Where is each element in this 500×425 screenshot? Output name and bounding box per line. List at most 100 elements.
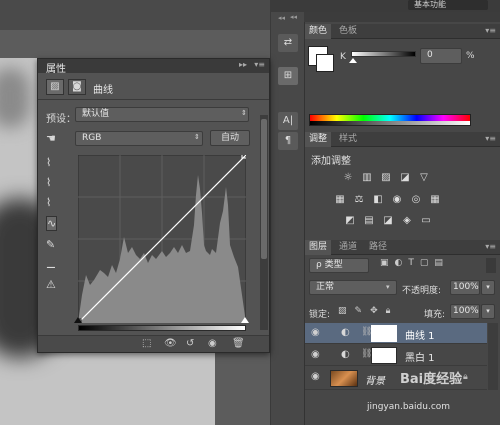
canvas-top-band [0, 0, 270, 30]
photo-filter-icon[interactable]: ◉ [389, 192, 405, 208]
layer-mask-thumbnail[interactable] [371, 325, 397, 342]
k-slider-handle[interactable] [349, 58, 357, 63]
levels-icon[interactable]: ▥ [359, 170, 375, 186]
layer-row-black-white[interactable]: ◉ ◐ ⛓︎ 黑白 1 [305, 345, 487, 366]
hand-icon[interactable]: ☚ [46, 132, 56, 145]
warning-icon[interactable]: ⚠︎ [46, 278, 57, 291]
pencil-icon[interactable]: ✎ [46, 238, 57, 251]
properties-scrollbar[interactable] [260, 115, 268, 330]
filter-adjustment-icon[interactable]: ◐ [395, 258, 403, 268]
tab-channels[interactable]: 通道 [335, 240, 361, 255]
mask-icon[interactable]: ◙ [68, 79, 86, 95]
vibrance-icon[interactable]: ▽ [416, 170, 432, 186]
panel-dock-strip: ◂◂ ⇄ ⊞ A| ¶ [270, 12, 306, 425]
photo-highlight-region [0, 68, 30, 128]
layer-row-curves[interactable]: ◉ ◐ ⛓︎ 曲线 1 [305, 323, 487, 344]
paragraph-icon[interactable]: ¶ [278, 132, 298, 150]
curve-tool-icon[interactable]: ∿ [46, 216, 58, 231]
eyedropper-black-icon[interactable]: ⌇ [46, 156, 57, 169]
black-white-icon[interactable]: ◧ [370, 192, 386, 208]
collapse-dock-icon[interactable]: ◂◂ [278, 14, 285, 22]
collapse-right-icon[interactable]: ◂◂ [290, 13, 297, 21]
adjustment-icons-row-1: ☼ ▥ ▨ ◪ ▽ [340, 170, 432, 186]
visibility-eye-icon[interactable]: ◉ [311, 371, 320, 382]
filter-shape-icon[interactable]: ▢ [420, 258, 429, 268]
tab-paths[interactable]: 路径 [365, 240, 391, 255]
selective-color-icon[interactable]: ◈ [399, 213, 415, 229]
history-icon[interactable]: ⇄ [278, 34, 298, 52]
reset-icon[interactable]: ↺ [186, 338, 194, 349]
channel-mixer-icon[interactable]: ◎ [408, 192, 424, 208]
white-point-slider[interactable] [241, 317, 249, 323]
threshold-icon[interactable]: ◪ [380, 213, 396, 229]
k-value-input[interactable]: 0 [420, 48, 462, 64]
color-spectrum-bar[interactable] [309, 114, 471, 126]
scrollbar-thumb[interactable] [261, 119, 267, 259]
posterize-icon[interactable]: ▤ [361, 213, 377, 229]
layers-panel-menu-icon[interactable]: ▾≡ [485, 242, 496, 251]
background-thumbnail[interactable] [330, 370, 358, 387]
color-balance-icon[interactable]: ⚖ [351, 192, 367, 208]
filter-pixel-icon[interactable]: ▣ [380, 258, 389, 268]
tab-swatches[interactable]: 色板 [335, 24, 361, 39]
preset-select[interactable]: 默认值 [75, 107, 249, 122]
visibility-icon[interactable]: ◉ [208, 338, 217, 349]
fill-dropdown-button[interactable]: ▾ [481, 304, 495, 319]
properties-icon[interactable]: ⊞ [278, 67, 298, 85]
blend-mode-arrow-icon: ▾ [386, 283, 390, 291]
gradient-map-icon[interactable]: ▭ [418, 213, 434, 229]
curves-icon[interactable]: ▨ [378, 170, 394, 186]
lock-all-icon[interactable]: 🔒︎ [386, 306, 391, 316]
auto-button[interactable]: 自动 [210, 130, 250, 146]
lock-move-icon[interactable]: ✥ [370, 306, 378, 316]
tab-styles[interactable]: 样式 [335, 132, 361, 147]
clip-to-layer-icon[interactable]: ⬚ [142, 338, 151, 349]
color-panel-menu-icon[interactable]: ▾≡ [485, 26, 496, 35]
panel-collapse-icon[interactable]: ▸▸ [239, 60, 247, 69]
hue-saturation-icon[interactable]: ▦ [332, 192, 348, 208]
blend-mode-select[interactable]: 正常 [309, 280, 397, 295]
black-point-slider[interactable] [74, 317, 82, 323]
percent-unit: % [466, 51, 475, 61]
k-slider-track[interactable] [351, 51, 416, 57]
smooth-icon[interactable]: ⚊ [46, 258, 57, 271]
lock-paint-icon[interactable]: ✎ [355, 306, 363, 316]
tab-color[interactable]: 颜色 [305, 24, 332, 39]
layer-filter-select[interactable]: ρ 类型 [309, 258, 369, 273]
lock-label: 锁定: [309, 310, 331, 320]
visibility-eye-icon[interactable]: ◉ [311, 327, 320, 338]
layers-scrollbar[interactable] [488, 323, 498, 390]
curves-graph[interactable] [78, 155, 246, 323]
channel-select[interactable]: RGB [75, 131, 203, 146]
exposure-icon[interactable]: ◪ [397, 170, 413, 186]
tab-layers[interactable]: 图层 [305, 240, 332, 255]
layer-name[interactable]: 曲线 1 [405, 327, 435, 342]
view-previous-icon[interactable]: 👁︎ [164, 338, 177, 349]
filter-toggle[interactable] [486, 258, 496, 273]
brightness-icon[interactable]: ☼ [340, 170, 356, 186]
properties-panel-header: 属性 ▸▸ ▾≡ [38, 59, 269, 75]
layer-name[interactable]: 背景 [365, 372, 385, 387]
layer-name[interactable]: 黑白 1 [405, 349, 435, 364]
invert-icon[interactable]: ◩ [342, 213, 358, 229]
adjustments-panel-menu-icon[interactable]: ▾≡ [485, 134, 496, 143]
background-swatch[interactable] [316, 54, 334, 72]
color-lookup-icon[interactable]: ▦ [427, 192, 443, 208]
panel-menu-icon[interactable]: ▾≡ [254, 60, 265, 69]
lock-transparent-icon[interactable]: ▨ [338, 306, 347, 316]
color-panel-tabs: 颜色 色板 ▾≡ [305, 24, 500, 39]
tab-adjustments[interactable]: 调整 [305, 132, 332, 147]
filter-smart-icon[interactable]: ▤ [434, 258, 443, 268]
eyedropper-white-icon[interactable]: ⌇ [46, 196, 57, 209]
delete-icon[interactable]: 🗑︎ [232, 338, 245, 349]
filter-type-icon[interactable]: T [408, 258, 414, 268]
curves-adjustment-icon[interactable]: ▨ [46, 79, 64, 95]
opacity-input[interactable]: 100% [450, 280, 480, 295]
opacity-dropdown-button[interactable]: ▾ [481, 280, 495, 295]
fill-input[interactable]: 100% [450, 304, 480, 319]
character-icon[interactable]: A| [278, 112, 298, 130]
eyedropper-gray-icon[interactable]: ⌇ [46, 176, 57, 189]
layer-mask-thumbnail[interactable] [371, 347, 397, 364]
visibility-eye-icon[interactable]: ◉ [311, 349, 320, 360]
workspace-switcher[interactable]: 基本功能 [408, 0, 488, 10]
